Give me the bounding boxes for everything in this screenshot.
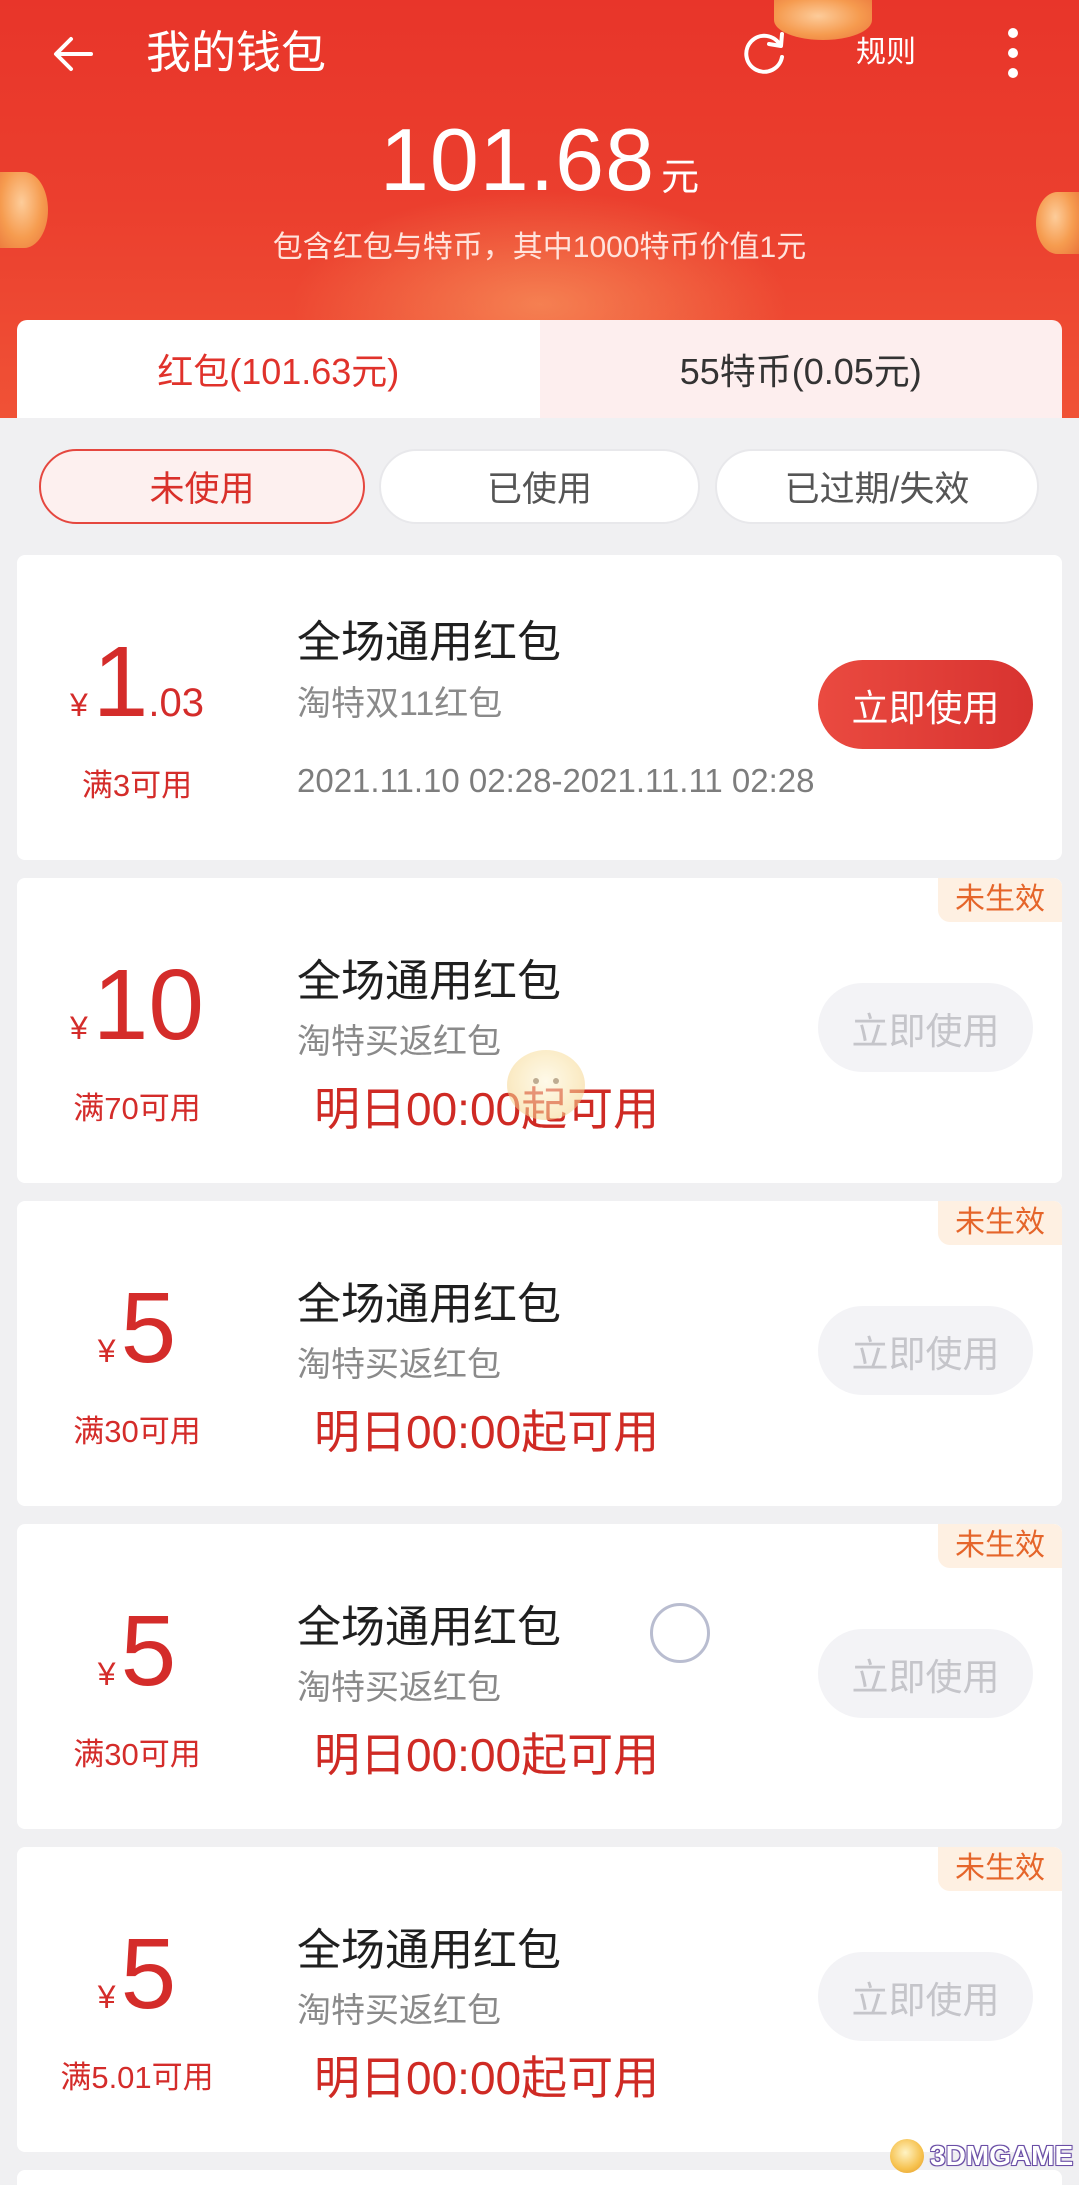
coupon-amount: ¥ 5 xyxy=(17,1924,257,2047)
usage-condition: 满70可用 xyxy=(73,1091,201,1126)
filter-expired[interactable]: 已过期/失效 xyxy=(715,449,1039,524)
amount-integer: 1 xyxy=(92,626,149,738)
coupon-title: 全场通用红包 xyxy=(297,1926,561,1975)
usage-condition: 满3可用 xyxy=(81,768,193,803)
start-notice: 明日00:00起可用 xyxy=(314,1729,660,1781)
coupon-source: 淘特双11红包 xyxy=(297,685,503,723)
balance-unit: 元 xyxy=(661,157,700,199)
coupon-amount: ¥ 5 xyxy=(17,1601,257,1724)
dot xyxy=(1008,68,1018,78)
status-badge: 未生效 xyxy=(938,878,1062,922)
use-now-button[interactable]: 立即使用 xyxy=(818,660,1033,749)
coupon-source: 淘特买返红包 xyxy=(297,1346,501,1384)
page-title: 我的钱包 xyxy=(146,27,327,78)
coupon-card: ¥ 1 .03 满3可用 全场通用红包 淘特双11红包 2021.11.10 0… xyxy=(17,555,1062,860)
watermark-mascot-icon xyxy=(890,2139,924,2173)
coupon-amount: ¥ 5 xyxy=(17,1278,257,1401)
touch-indicator xyxy=(650,1603,710,1663)
rules-link[interactable]: 规则 xyxy=(856,36,916,70)
currency-symbol: ¥ xyxy=(97,1656,116,1692)
amount-integer: 10 xyxy=(92,949,205,1061)
coupon-amount: ¥ 10 xyxy=(17,955,257,1078)
wallet-tabs: 红包(101.63元) 55特币(0.05元) xyxy=(17,320,1062,418)
coupon-card: 未生效 ¥ 5 满30可用 全场通用红包 淘特买返红包 明日00:00起可用 立… xyxy=(17,1524,1062,1829)
coupon-title: 全场通用红包 xyxy=(297,618,561,667)
wallet-balance: 101.68 元 xyxy=(0,112,1079,234)
status-badge: 未生效 xyxy=(938,1847,1062,1891)
use-now-button[interactable]: 立即使用 xyxy=(818,1952,1033,2041)
coupon-amount: ¥ 1 .03 xyxy=(17,632,257,755)
amount-integer: 5 xyxy=(120,1595,177,1707)
validity-period: 2021.11.10 02:28-2021.11.11 02:28 xyxy=(297,762,815,799)
coupon-source: 淘特买返红包 xyxy=(297,1669,501,1707)
currency-symbol: ¥ xyxy=(97,1333,116,1369)
amount-decimal: .03 xyxy=(148,681,205,725)
watermark-text: 3DMGAME xyxy=(930,2140,1074,2171)
status-badge: 未生效 xyxy=(938,1524,1062,1568)
coupon-title: 全场通用红包 xyxy=(297,1603,561,1652)
tab-red-packets[interactable]: 红包(101.63元) xyxy=(17,320,540,418)
coupon-card: 未生效 ¥ 10 满70可用 全场通用红包 淘特买返红包 明日00:00起可用 … xyxy=(17,878,1062,1183)
usage-condition: 满5.01可用 xyxy=(60,2060,214,2095)
amount-integer: 5 xyxy=(120,1918,177,2030)
coupon-source: 淘特买返红包 xyxy=(297,1992,501,2030)
dot xyxy=(1008,48,1018,58)
start-notice: 明日00:00起可用 xyxy=(314,2052,660,2104)
more-vertical-icon[interactable] xyxy=(998,24,1028,82)
coupon-title: 全场通用红包 xyxy=(297,1280,561,1329)
mascot-sticker xyxy=(507,1050,585,1120)
use-now-button[interactable]: 立即使用 xyxy=(818,1629,1033,1718)
back-arrow-icon[interactable] xyxy=(50,31,96,77)
filter-unused[interactable]: 未使用 xyxy=(39,449,365,524)
start-notice: 明日00:00起可用 xyxy=(314,1083,660,1135)
currency-symbol: ¥ xyxy=(69,687,88,723)
filter-used[interactable]: 已使用 xyxy=(379,449,700,524)
use-now-button[interactable]: 立即使用 xyxy=(818,1306,1033,1395)
currency-symbol: ¥ xyxy=(69,1010,88,1046)
coupon-card: 未生效 ¥ 5 满30可用 全场通用红包 淘特买返红包 明日00:00起可用 立… xyxy=(17,1201,1062,1506)
usage-condition: 满30可用 xyxy=(73,1737,201,1772)
refresh-icon[interactable] xyxy=(737,26,791,80)
coupon-title: 全场通用红包 xyxy=(297,957,561,1006)
tab-coins[interactable]: 55特币(0.05元) xyxy=(539,320,1062,418)
coupon-card: 未生效 ¥ 5 满5.01可用 全场通用红包 淘特买返红包 明日00:00起可用… xyxy=(17,1847,1062,2152)
coupon-source: 淘特买返红包 xyxy=(297,1023,501,1061)
balance-amount: 101.68 xyxy=(379,110,656,209)
balance-note: 包含红包与特币，其中1000特币价值1元 xyxy=(272,231,807,264)
amount-integer: 5 xyxy=(120,1272,177,1384)
status-badge: 未生效 xyxy=(938,1201,1062,1245)
use-now-button[interactable]: 立即使用 xyxy=(818,983,1033,1072)
dot xyxy=(1008,28,1018,38)
watermark: 3DMGAME xyxy=(890,2136,1075,2176)
usage-condition: 满30可用 xyxy=(73,1414,201,1449)
currency-symbol: ¥ xyxy=(97,1979,116,2015)
start-notice: 明日00:00起可用 xyxy=(314,1406,660,1458)
